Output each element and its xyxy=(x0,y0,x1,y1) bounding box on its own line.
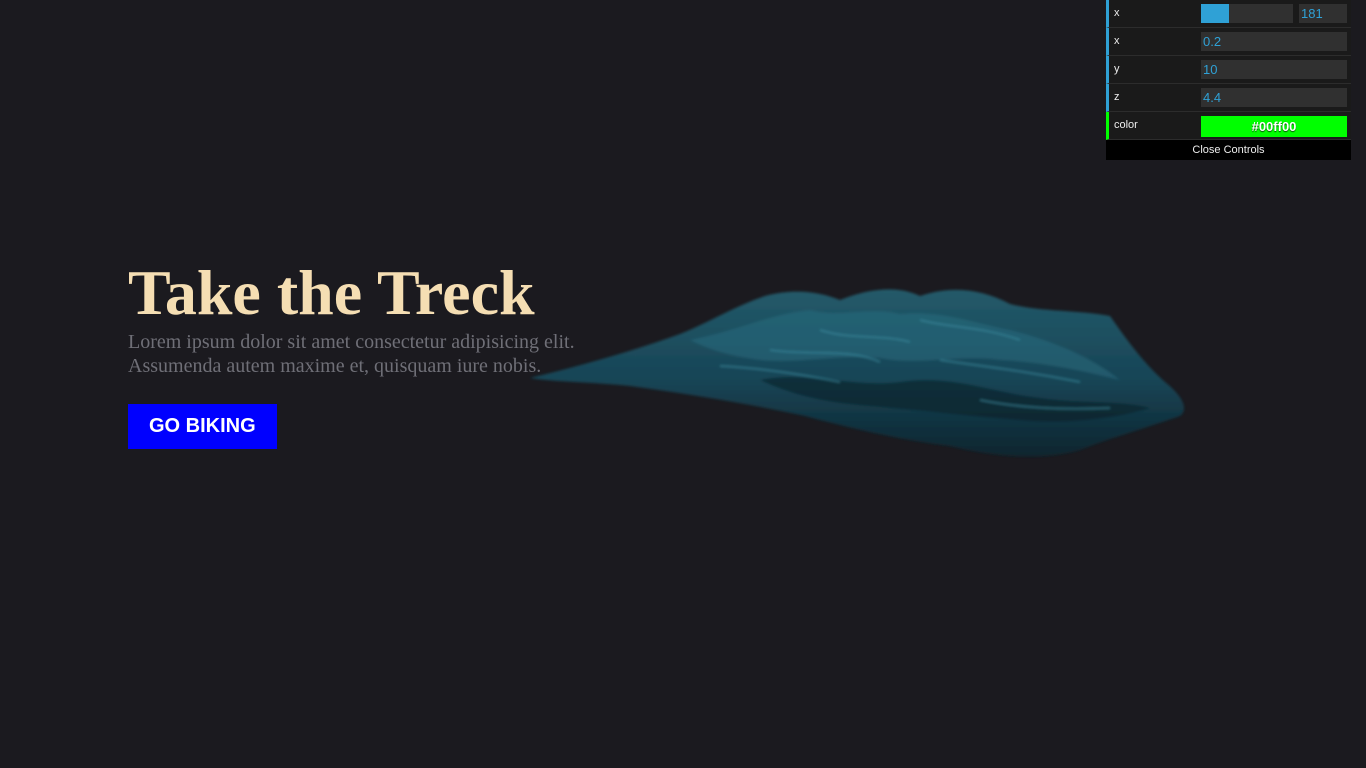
x-slider-fill xyxy=(1201,4,1229,23)
control-label-z: z xyxy=(1114,91,1120,103)
control-row-z: z xyxy=(1106,84,1351,112)
control-row-y: y xyxy=(1106,56,1351,84)
control-row-x-slider: x xyxy=(1106,0,1351,28)
control-label-y: y xyxy=(1114,63,1120,75)
x-value-input[interactable] xyxy=(1201,32,1347,51)
hero-description-line-2: Assumenda autem maxime et, quisquam iure… xyxy=(128,355,542,377)
y-value-input[interactable] xyxy=(1201,60,1347,79)
control-label-x: x xyxy=(1114,7,1120,19)
hero-section: Take the Treck Lorem ipsum dolor sit ame… xyxy=(128,256,648,449)
x-slider[interactable] xyxy=(1201,4,1293,23)
controls-panel: x x y z color #00ff00 Close Controls xyxy=(1106,0,1351,160)
z-value-input[interactable] xyxy=(1201,88,1347,107)
control-label-x-2: x xyxy=(1114,35,1120,47)
hero-title: Take the Treck xyxy=(128,257,535,328)
go-biking-button[interactable]: GO BIKING xyxy=(128,404,277,449)
close-controls-button[interactable]: Close Controls xyxy=(1106,140,1351,160)
control-row-x: x xyxy=(1106,28,1351,56)
control-row-color: color #00ff00 xyxy=(1106,112,1351,140)
color-picker-field[interactable]: #00ff00 xyxy=(1201,116,1347,137)
hero-description: Lorem ipsum dolor sit amet consectetur a… xyxy=(128,330,648,378)
control-label-color: color xyxy=(1114,119,1138,131)
hero-description-line-1: Lorem ipsum dolor sit amet consectetur a… xyxy=(128,331,575,353)
x-slider-value-input[interactable] xyxy=(1299,4,1347,23)
